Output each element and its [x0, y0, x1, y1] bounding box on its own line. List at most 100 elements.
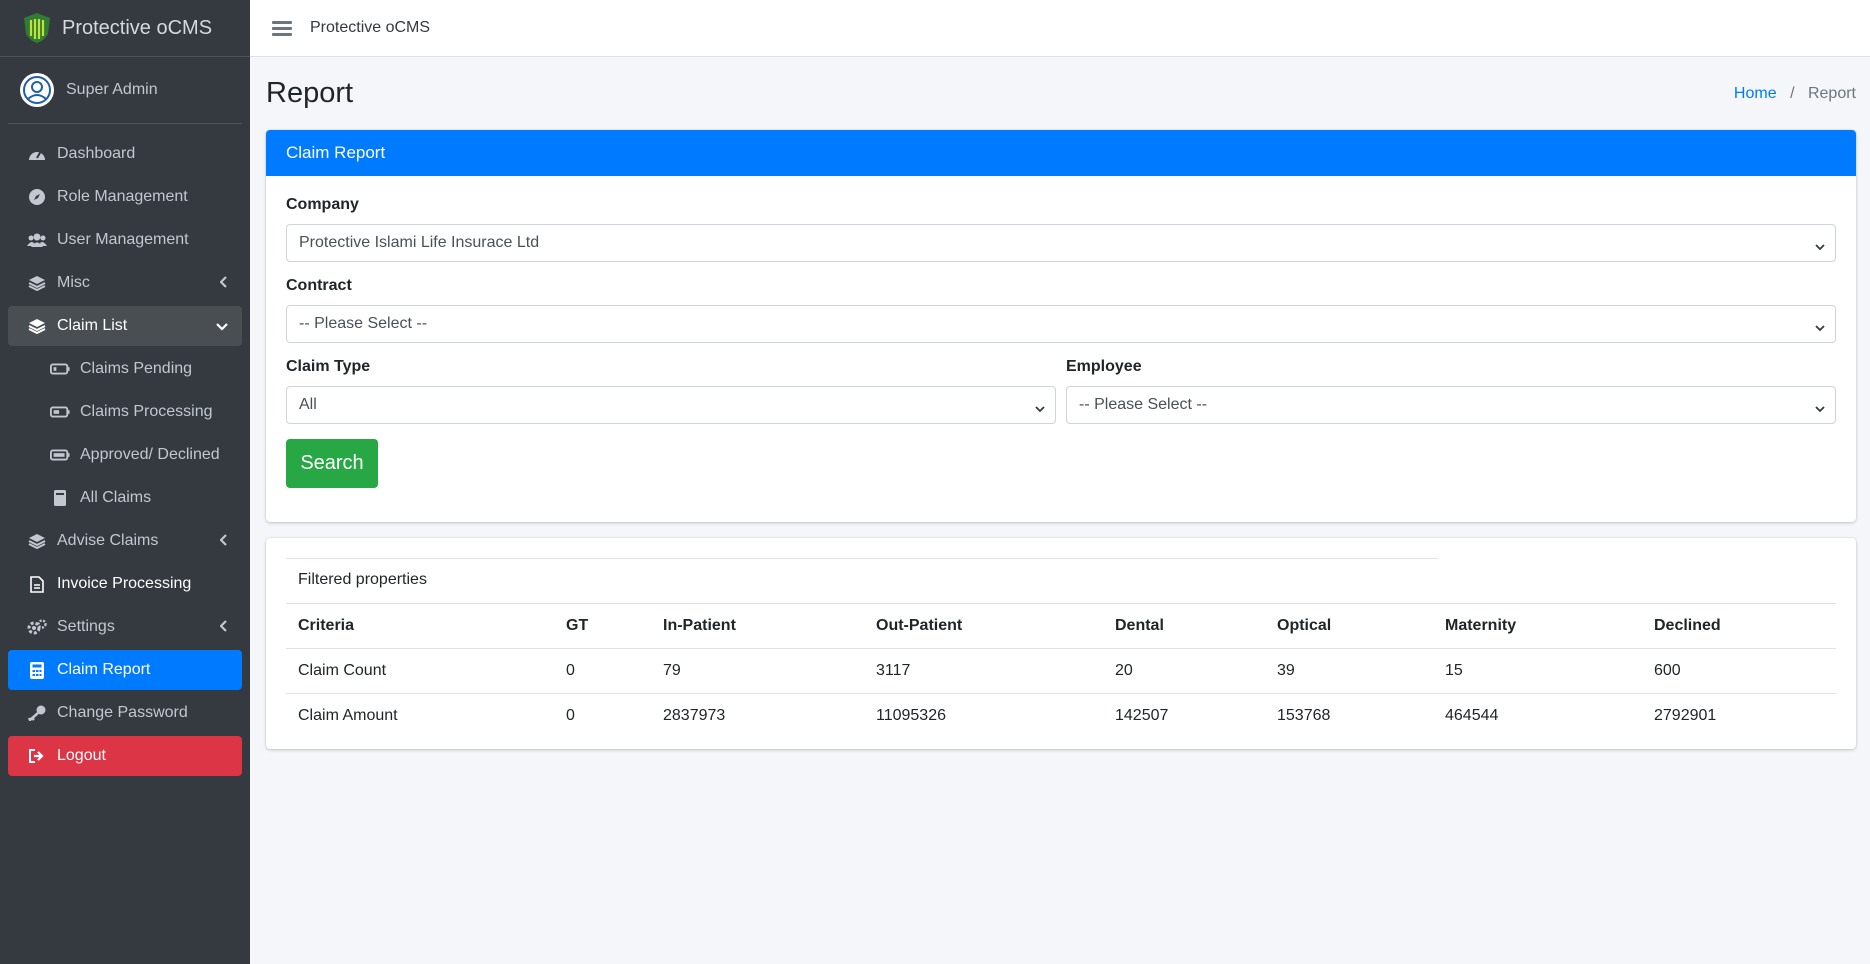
sidebar-nav: Dashboard Role Management User Managemen… [0, 124, 250, 789]
table-header-row: Criteria GT In-Patient Out-Patient Denta… [286, 603, 1836, 649]
sidebar-item-claims-processing[interactable]: Claims Processing [8, 392, 242, 432]
table-cell: 79 [651, 648, 864, 694]
sidebar-item-invoice-processing[interactable]: Invoice Processing [8, 564, 242, 604]
table-cell: 153768 [1265, 693, 1433, 739]
table-cell: 3117 [864, 648, 1103, 694]
user-name: Super Admin [66, 81, 158, 98]
breadcrumb-home-link[interactable]: Home [1734, 85, 1777, 102]
table-row: Claim Amount 0 2837973 11095326 142507 1… [286, 693, 1836, 739]
compass-icon [27, 187, 47, 207]
column-header: Optical [1265, 603, 1433, 649]
claim-type-select[interactable]: All [286, 386, 1056, 424]
sign-out-icon [27, 746, 47, 766]
battery-half-icon [50, 402, 70, 422]
claim-type-employee-row: Claim Type All Employee -- Please Select… [286, 358, 1836, 439]
sidebar-item-label: Invoice Processing [57, 575, 192, 592]
claim-type-label: Claim Type [286, 358, 371, 375]
contract-label: Contract [286, 277, 352, 294]
sidebar-item-user-management[interactable]: User Management [8, 220, 242, 260]
company-select-value: Protective Islami Life Insurace Ltd [299, 234, 540, 251]
results-card: Filtered properties Criteria GT In-Patie… [266, 538, 1856, 749]
file-icon [27, 574, 47, 594]
employee-select[interactable]: -- Please Select -- [1066, 386, 1836, 424]
shield-logo-icon [24, 13, 50, 43]
company-group: Company Protective Islami Life Insurace … [286, 196, 1836, 262]
contract-select-value: -- Please Select -- [299, 315, 428, 332]
top-navbar: Protective oCMS [250, 0, 1870, 57]
table-cell: 20 [1103, 648, 1265, 694]
table-cell: 0 [554, 648, 651, 694]
table-cell: 2792901 [1642, 693, 1836, 739]
table-cell: 11095326 [864, 693, 1103, 739]
sidebar-item-claim-list[interactable]: Claim List [8, 306, 242, 346]
sidebar-item-logout[interactable]: Logout [8, 736, 242, 776]
sidebar-item-all-claims[interactable]: All Claims [8, 478, 242, 518]
card-body: Company Protective Islami Life Insurace … [266, 176, 1856, 522]
brand-link[interactable]: Protective oCMS [0, 0, 250, 57]
layers-icon [27, 531, 47, 551]
sidebar-item-label: User Management [57, 231, 189, 248]
sidebar-item-advise-claims[interactable]: Advise Claims [8, 521, 242, 561]
table-cell: 600 [1642, 648, 1836, 694]
table-row: Claim Count 0 79 3117 20 39 15 600 [286, 648, 1836, 694]
sidebar-item-dashboard[interactable]: Dashboard [8, 134, 242, 174]
sidebar-item-claims-pending[interactable]: Claims Pending [8, 349, 242, 389]
layers-icon [27, 273, 47, 293]
sidebar-item-label: Claim List [57, 317, 128, 334]
results-table: Criteria GT In-Patient Out-Patient Denta… [286, 603, 1836, 739]
results-caption: Filtered properties [286, 558, 1438, 603]
battery-empty-icon [50, 359, 70, 379]
calculator-icon [27, 660, 47, 680]
chevron-down-icon [1035, 400, 1045, 418]
sidebar-item-label: Approved/ Declined [80, 446, 220, 463]
column-header: Maternity [1433, 603, 1642, 649]
claim-type-select-value: All [299, 396, 317, 413]
user-panel[interactable]: Super Admin [8, 57, 242, 124]
column-header: Criteria [286, 603, 554, 649]
avatar [20, 73, 54, 107]
column-header: Out-Patient [864, 603, 1103, 649]
table-cell: Claim Amount [286, 693, 554, 739]
navbar-title[interactable]: Protective oCMS [310, 19, 430, 37]
sidebar-item-role-management[interactable]: Role Management [8, 177, 242, 217]
table-cell: 0 [554, 693, 651, 739]
table-cell: 464544 [1433, 693, 1642, 739]
menu-toggle-icon[interactable] [272, 18, 292, 39]
claim-type-group: Claim Type All [286, 358, 1056, 424]
sidebar-item-label: All Claims [80, 489, 152, 506]
table-cell: 15 [1433, 648, 1642, 694]
sidebar-item-label: Claims Pending [80, 360, 193, 377]
sidebar-item-approved-declined[interactable]: Approved/ Declined [8, 435, 242, 475]
contract-select[interactable]: -- Please Select -- [286, 305, 1836, 343]
column-header: In-Patient [651, 603, 864, 649]
search-button[interactable]: Search [286, 439, 378, 488]
sidebar-item-label: Role Management [57, 188, 188, 205]
gears-icon [27, 617, 47, 637]
contract-group: Contract -- Please Select -- [286, 277, 1836, 343]
column-header: Dental [1103, 603, 1265, 649]
content-header: Report Home / Report [266, 57, 1856, 130]
user-avatar-icon [23, 76, 51, 104]
column-header: GT [554, 603, 651, 649]
sidebar-item-label: Dashboard [57, 145, 136, 162]
sidebar-item-misc[interactable]: Misc [8, 263, 242, 303]
chevron-down-icon [216, 318, 228, 336]
sidebar-item-label: Settings [57, 618, 115, 635]
chevron-left-icon [219, 619, 228, 637]
sidebar-item-label: Claim Report [57, 661, 151, 678]
page-title: Report [266, 77, 354, 109]
column-header: Declined [1642, 603, 1836, 649]
book-icon [50, 488, 70, 508]
sidebar: Protective oCMS Super Admin Dashboard Ro… [0, 0, 250, 964]
key-icon [27, 703, 47, 723]
chevron-down-icon [1815, 319, 1825, 337]
company-label: Company [286, 196, 359, 213]
sidebar-item-claim-report[interactable]: Claim Report [8, 650, 242, 690]
chevron-down-icon [1815, 400, 1825, 418]
employee-group: Employee -- Please Select -- [1066, 358, 1836, 424]
sidebar-item-settings[interactable]: Settings [8, 607, 242, 647]
battery-full-icon [50, 445, 70, 465]
sidebar-item-change-password[interactable]: Change Password [8, 693, 242, 733]
chevron-left-icon [219, 533, 228, 551]
company-select[interactable]: Protective Islami Life Insurace Ltd [286, 224, 1836, 262]
